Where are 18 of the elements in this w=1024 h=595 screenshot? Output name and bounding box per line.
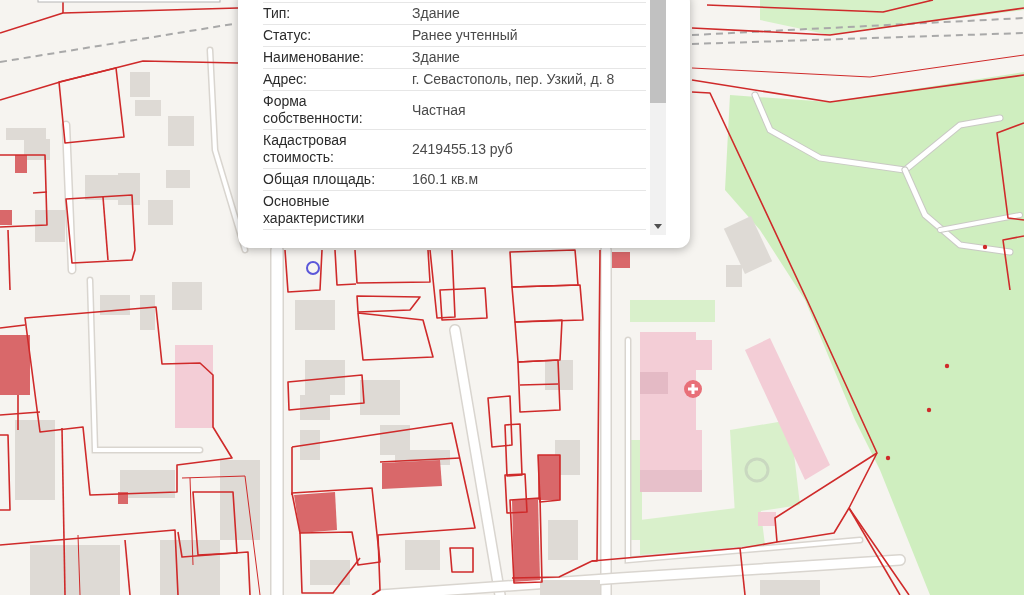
field-value: Ранее учтенный <box>412 24 646 47</box>
field-value: г. Севастополь, пер. Узкий, д. 8 <box>412 68 646 91</box>
scrollbar-thumb[interactable] <box>650 0 666 103</box>
field-label: Кадастровая стоимость: <box>263 129 412 169</box>
field-value: Частная <box>412 90 646 130</box>
field-label: Общая площадь: <box>263 168 412 191</box>
field-label: Адрес: <box>263 68 412 91</box>
field-label: Тип: <box>263 2 412 25</box>
scrollbar[interactable] <box>650 0 666 235</box>
field-value: 160.1 кв.м <box>412 168 646 191</box>
field-value: 2419455.13 руб <box>412 129 646 169</box>
field-value: Здание <box>412 46 646 69</box>
field-label: Основные характеристики <box>263 190 412 230</box>
field-value: Здание <box>412 2 646 25</box>
scroll-down-icon[interactable] <box>654 224 662 229</box>
field-label: Статус: <box>263 24 412 47</box>
field-label: Наименование: <box>263 46 412 69</box>
field-label: Форма собственности: <box>263 90 412 130</box>
